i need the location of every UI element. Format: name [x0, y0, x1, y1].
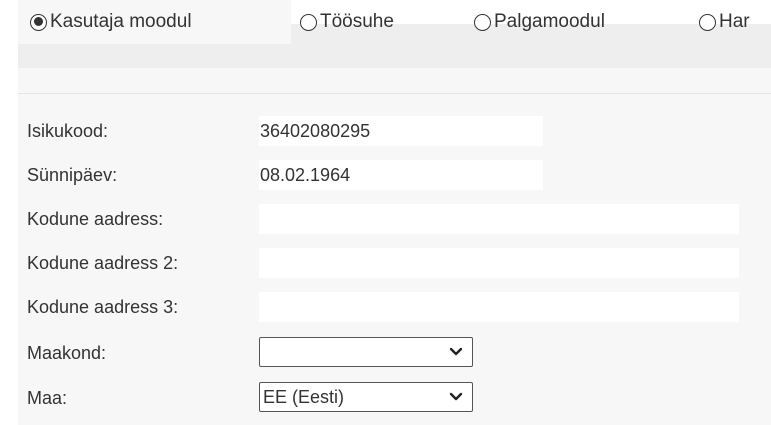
radio-selected-icon — [30, 13, 47, 31]
maakond-select[interactable] — [259, 337, 473, 367]
tab-palgamoodul[interactable]: Palgamoodul — [474, 0, 605, 44]
maakond-label: Maakond: — [27, 343, 107, 363]
sunnipaev-label: Sünnipäev: — [27, 165, 118, 185]
radio-icon — [474, 13, 491, 31]
tab-label: Töösuhe — [320, 11, 394, 32]
tab-label: Kasutaja moodul — [50, 11, 192, 32]
sunnipaev-field[interactable]: 08.02.1964 — [259, 160, 543, 190]
tab-har[interactable]: Har — [699, 0, 750, 44]
tab-kasutaja-moodul[interactable]: Kasutaja moodul — [18, 0, 291, 44]
radio-icon — [699, 13, 716, 31]
chevron-down-icon — [449, 347, 463, 356]
tab-toosuhe[interactable]: Töösuhe — [300, 0, 394, 44]
maa-label: Maa: — [27, 388, 68, 408]
aadress3-field[interactable] — [259, 292, 739, 322]
aadress2-label: Kodune aadress 2: — [27, 253, 179, 273]
maa-select[interactable]: EE (Eesti) — [259, 382, 473, 412]
tab-label: Har — [719, 11, 750, 32]
panel-divider — [18, 93, 771, 94]
aadress2-field[interactable] — [259, 248, 739, 278]
aadress3-label: Kodune aadress 3: — [27, 297, 179, 317]
isikukood-label: Isikukood: — [27, 121, 109, 141]
isikukood-field[interactable]: 36402080295 — [259, 116, 543, 146]
chevron-down-icon — [449, 392, 463, 401]
aadress1-field[interactable] — [259, 204, 739, 234]
radio-icon — [300, 13, 317, 31]
maa-value: EE (Eesti) — [263, 387, 345, 407]
employee-form-page: Kasutaja moodul Töösuhe Palgamoodul Har … — [0, 0, 771, 425]
tab-label: Palgamoodul — [494, 11, 605, 32]
aadress1-label: Kodune aadress: — [27, 209, 164, 229]
